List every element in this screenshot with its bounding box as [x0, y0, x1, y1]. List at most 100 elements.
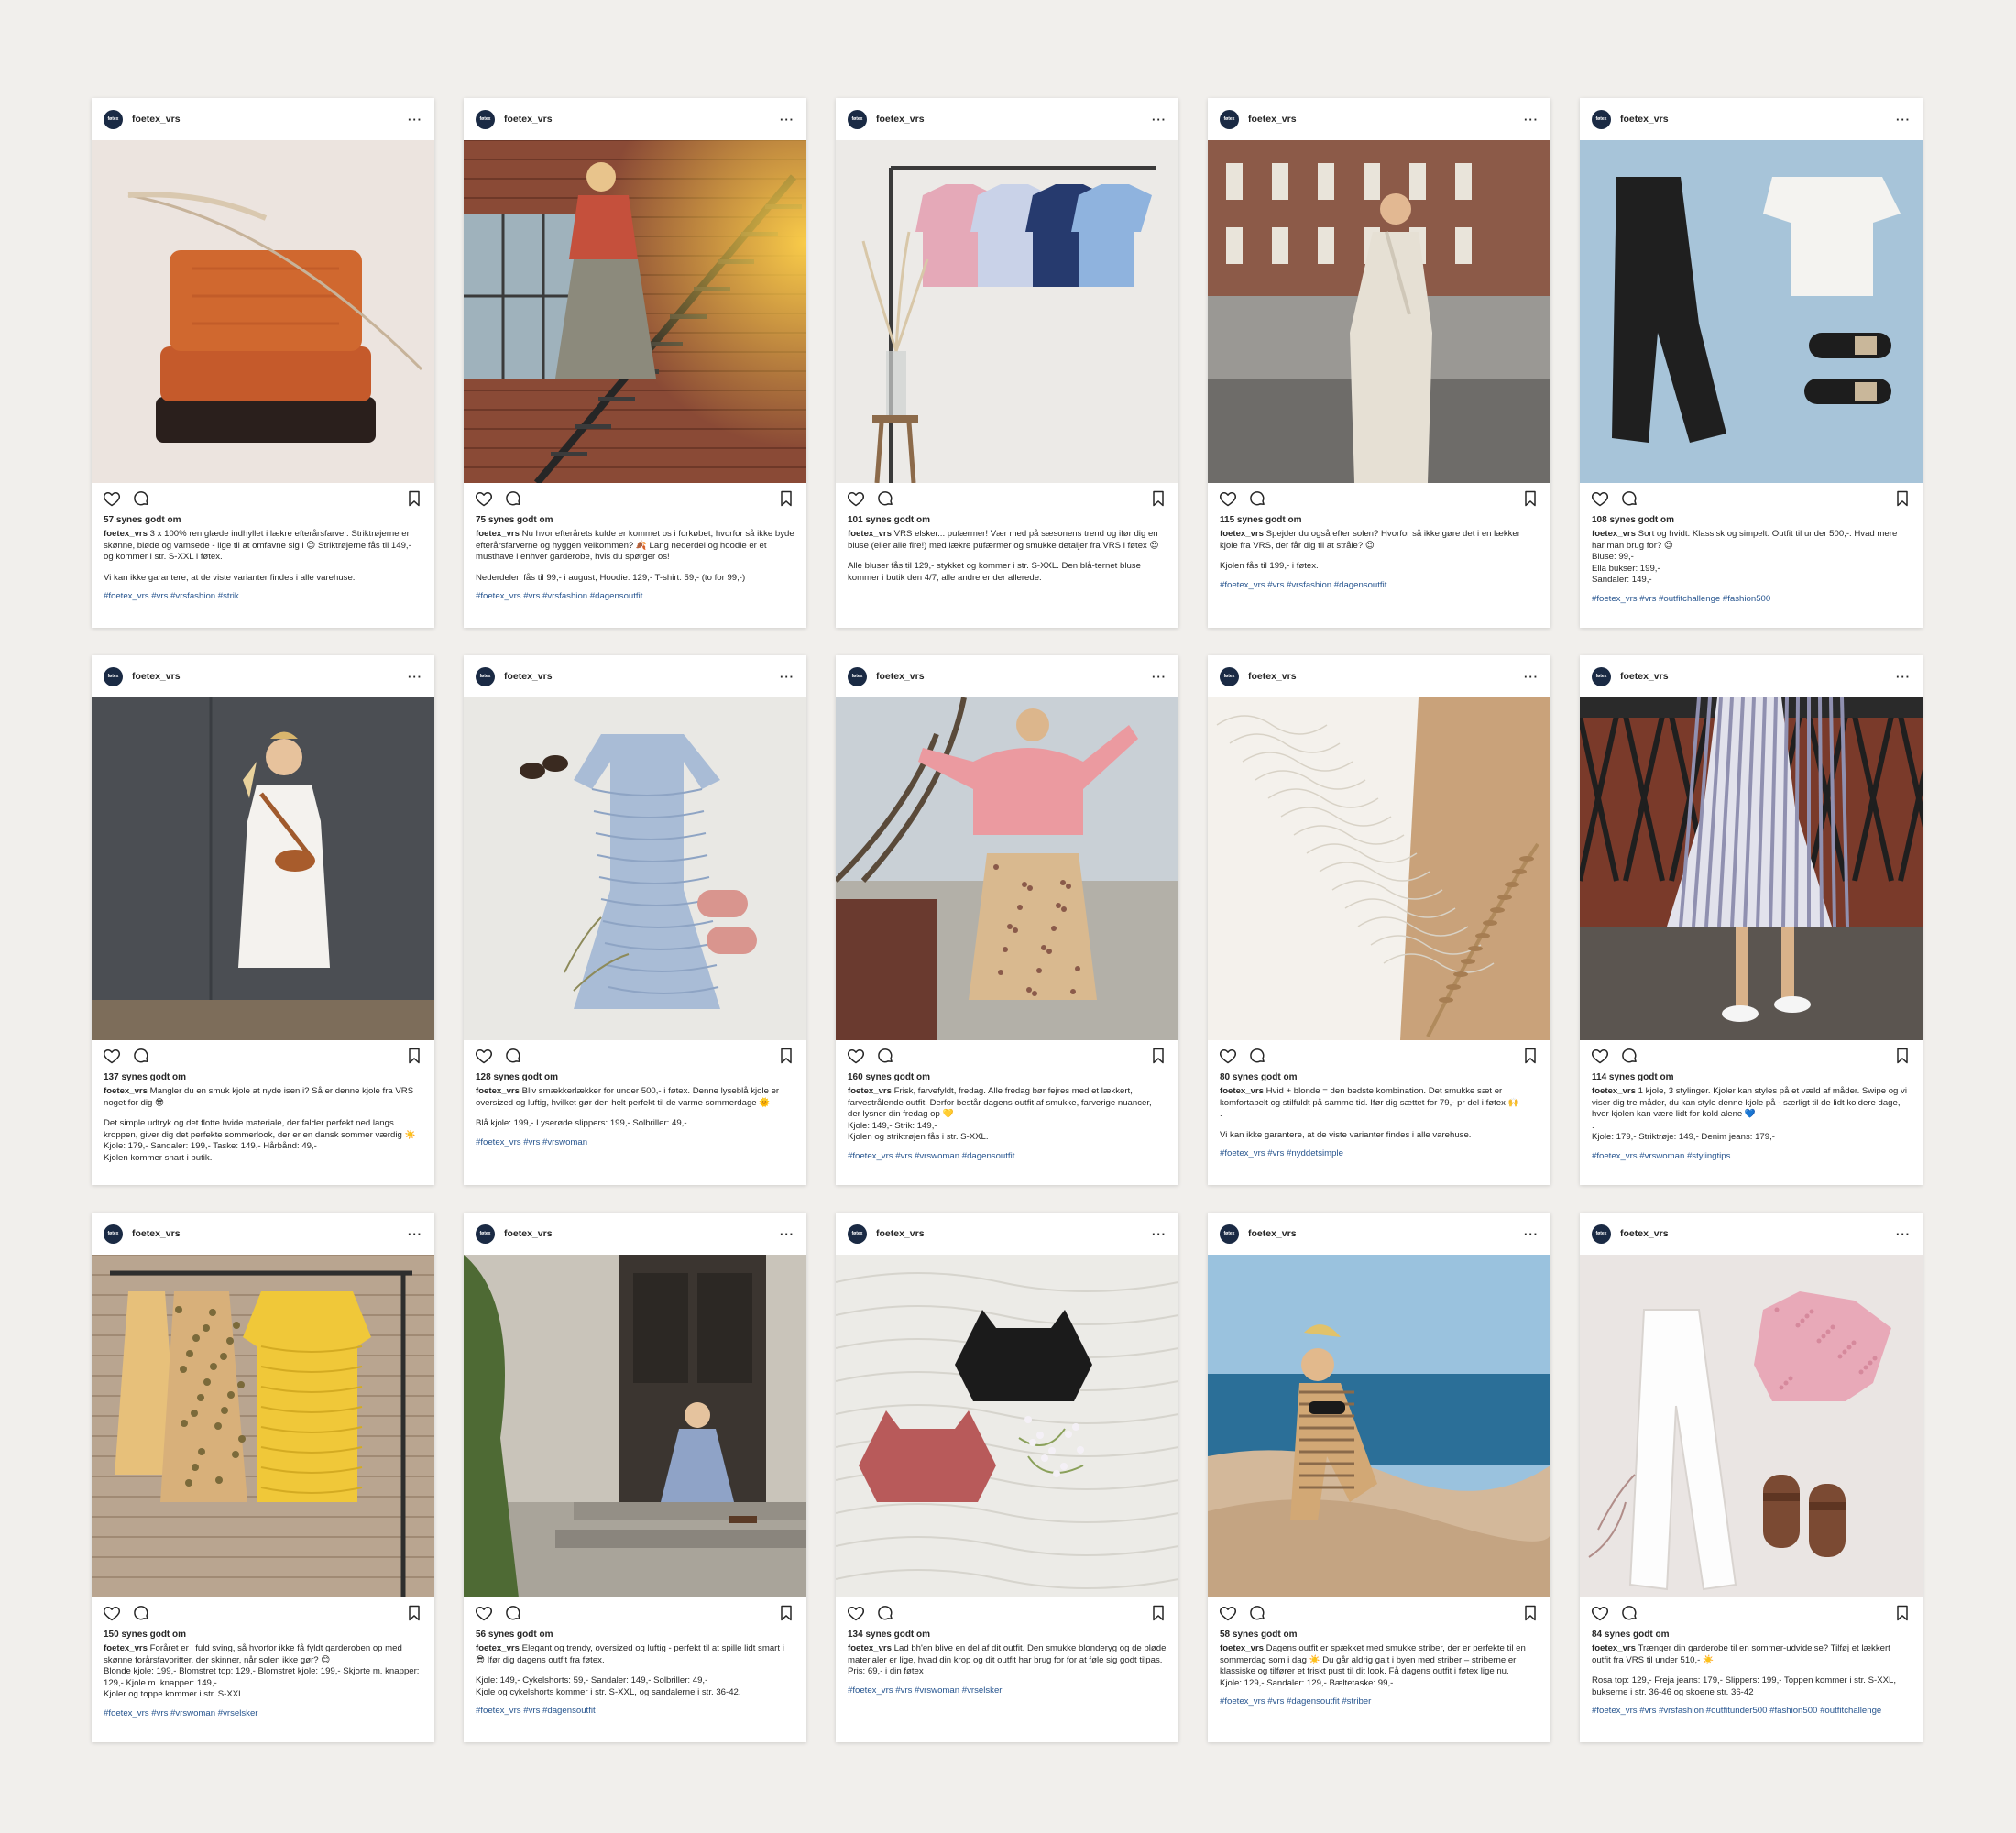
- caption-username[interactable]: foetex_vrs: [476, 529, 520, 539]
- username[interactable]: foetex_vrs: [132, 671, 181, 682]
- username[interactable]: foetex_vrs: [1248, 1228, 1297, 1239]
- username[interactable]: foetex_vrs: [1620, 671, 1669, 682]
- heart-icon[interactable]: [1591, 489, 1609, 508]
- heart-icon[interactable]: [1591, 1047, 1609, 1065]
- caption-username[interactable]: foetex_vrs: [1220, 529, 1264, 539]
- post-photo[interactable]: [92, 140, 434, 483]
- heart-icon[interactable]: [1219, 489, 1237, 508]
- like-count[interactable]: 160 synes godt om: [836, 1071, 1178, 1083]
- heart-icon[interactable]: [847, 1047, 865, 1065]
- bookmark-icon[interactable]: [777, 1047, 795, 1065]
- post-photo[interactable]: [92, 1255, 434, 1597]
- heart-icon[interactable]: [475, 1047, 493, 1065]
- bookmark-icon[interactable]: [405, 1604, 423, 1622]
- more-icon[interactable]: ···: [1524, 671, 1539, 683]
- heart-icon[interactable]: [103, 1604, 121, 1622]
- bookmark-icon[interactable]: [1893, 489, 1912, 508]
- comment-icon[interactable]: [1620, 489, 1638, 508]
- post-photo[interactable]: [1208, 1255, 1550, 1597]
- avatar[interactable]: føtex: [1220, 666, 1239, 686]
- username[interactable]: foetex_vrs: [876, 114, 925, 125]
- post-photo[interactable]: [464, 1255, 806, 1597]
- heart-icon[interactable]: [1591, 1604, 1609, 1622]
- caption-username[interactable]: foetex_vrs: [1220, 1643, 1264, 1653]
- bookmark-icon[interactable]: [405, 1047, 423, 1065]
- avatar[interactable]: føtex: [104, 666, 123, 686]
- comment-icon[interactable]: [132, 1047, 150, 1065]
- post-photo[interactable]: [92, 697, 434, 1040]
- post-photo[interactable]: [1580, 1255, 1923, 1597]
- like-count[interactable]: 114 synes godt om: [1580, 1071, 1923, 1083]
- post-photo[interactable]: [1208, 697, 1550, 1040]
- bookmark-icon[interactable]: [1893, 1604, 1912, 1622]
- more-icon[interactable]: ···: [1152, 671, 1167, 683]
- like-count[interactable]: 57 synes godt om: [92, 514, 434, 526]
- comment-icon[interactable]: [1248, 489, 1266, 508]
- like-count[interactable]: 128 synes godt om: [464, 1071, 806, 1083]
- comment-icon[interactable]: [1620, 1047, 1638, 1065]
- like-count[interactable]: 58 synes godt om: [1208, 1629, 1550, 1641]
- comment-icon[interactable]: [1620, 1604, 1638, 1622]
- avatar[interactable]: føtex: [476, 1224, 495, 1244]
- post-photo[interactable]: [464, 140, 806, 483]
- avatar[interactable]: føtex: [1592, 666, 1611, 686]
- hashtags[interactable]: #foetex_vrs #vrs #vrsfashion #dagensoutf…: [1208, 573, 1550, 591]
- comment-icon[interactable]: [504, 1047, 522, 1065]
- more-icon[interactable]: ···: [1896, 114, 1911, 126]
- heart-icon[interactable]: [847, 489, 865, 508]
- avatar[interactable]: føtex: [848, 666, 867, 686]
- caption-username[interactable]: foetex_vrs: [1592, 1643, 1636, 1653]
- caption-username[interactable]: foetex_vrs: [848, 1086, 892, 1096]
- comment-icon[interactable]: [1248, 1604, 1266, 1622]
- more-icon[interactable]: ···: [408, 114, 422, 126]
- hashtags[interactable]: #foetex_vrs #vrs #outfitchallenge #fashi…: [1580, 587, 1923, 605]
- like-count[interactable]: 75 synes godt om: [464, 514, 806, 526]
- post-photo[interactable]: [464, 697, 806, 1040]
- bookmark-icon[interactable]: [777, 489, 795, 508]
- comment-icon[interactable]: [1248, 1047, 1266, 1065]
- post-photo[interactable]: [1580, 697, 1923, 1040]
- heart-icon[interactable]: [475, 489, 493, 508]
- heart-icon[interactable]: [103, 489, 121, 508]
- caption-username[interactable]: foetex_vrs: [476, 1086, 520, 1096]
- avatar[interactable]: føtex: [848, 1224, 867, 1244]
- more-icon[interactable]: ···: [780, 114, 794, 126]
- username[interactable]: foetex_vrs: [132, 1228, 181, 1239]
- more-icon[interactable]: ···: [780, 1228, 794, 1240]
- avatar[interactable]: føtex: [1220, 1224, 1239, 1244]
- comment-icon[interactable]: [876, 1047, 894, 1065]
- like-count[interactable]: 56 synes godt om: [464, 1629, 806, 1641]
- hashtags[interactable]: #foetex_vrs #vrs #vrsfashion #dagensoutf…: [464, 584, 806, 602]
- more-icon[interactable]: ···: [1896, 671, 1911, 683]
- comment-icon[interactable]: [132, 1604, 150, 1622]
- hashtags[interactable]: #foetex_vrs #vrs #vrsfashion #strik: [92, 584, 434, 602]
- like-count[interactable]: 80 synes godt om: [1208, 1071, 1550, 1083]
- bookmark-icon[interactable]: [1149, 489, 1167, 508]
- caption-username[interactable]: foetex_vrs: [1592, 1086, 1636, 1096]
- hashtags[interactable]: #foetex_vrs #vrs #vrsfashion #outfitunde…: [1580, 1698, 1923, 1717]
- hashtags[interactable]: #foetex_vrs #vrs #vrswoman: [464, 1130, 806, 1148]
- avatar[interactable]: føtex: [104, 1224, 123, 1244]
- avatar[interactable]: føtex: [1592, 109, 1611, 129]
- more-icon[interactable]: ···: [408, 671, 422, 683]
- like-count[interactable]: 115 synes godt om: [1208, 514, 1550, 526]
- comment-icon[interactable]: [504, 1604, 522, 1622]
- heart-icon[interactable]: [847, 1604, 865, 1622]
- heart-icon[interactable]: [1219, 1604, 1237, 1622]
- post-photo[interactable]: [1208, 140, 1550, 483]
- more-icon[interactable]: ···: [1152, 1228, 1167, 1240]
- username[interactable]: foetex_vrs: [504, 114, 553, 125]
- avatar[interactable]: føtex: [476, 109, 495, 129]
- bookmark-icon[interactable]: [1149, 1047, 1167, 1065]
- bookmark-icon[interactable]: [1893, 1047, 1912, 1065]
- like-count[interactable]: 101 synes godt om: [836, 514, 1178, 526]
- username[interactable]: foetex_vrs: [1620, 114, 1669, 125]
- like-count[interactable]: 84 synes godt om: [1580, 1629, 1923, 1641]
- username[interactable]: foetex_vrs: [1248, 671, 1297, 682]
- heart-icon[interactable]: [103, 1047, 121, 1065]
- bookmark-icon[interactable]: [1521, 489, 1539, 508]
- avatar[interactable]: føtex: [848, 109, 867, 129]
- post-photo[interactable]: [1580, 140, 1923, 483]
- like-count[interactable]: 150 synes godt om: [92, 1629, 434, 1641]
- username[interactable]: foetex_vrs: [1248, 114, 1297, 125]
